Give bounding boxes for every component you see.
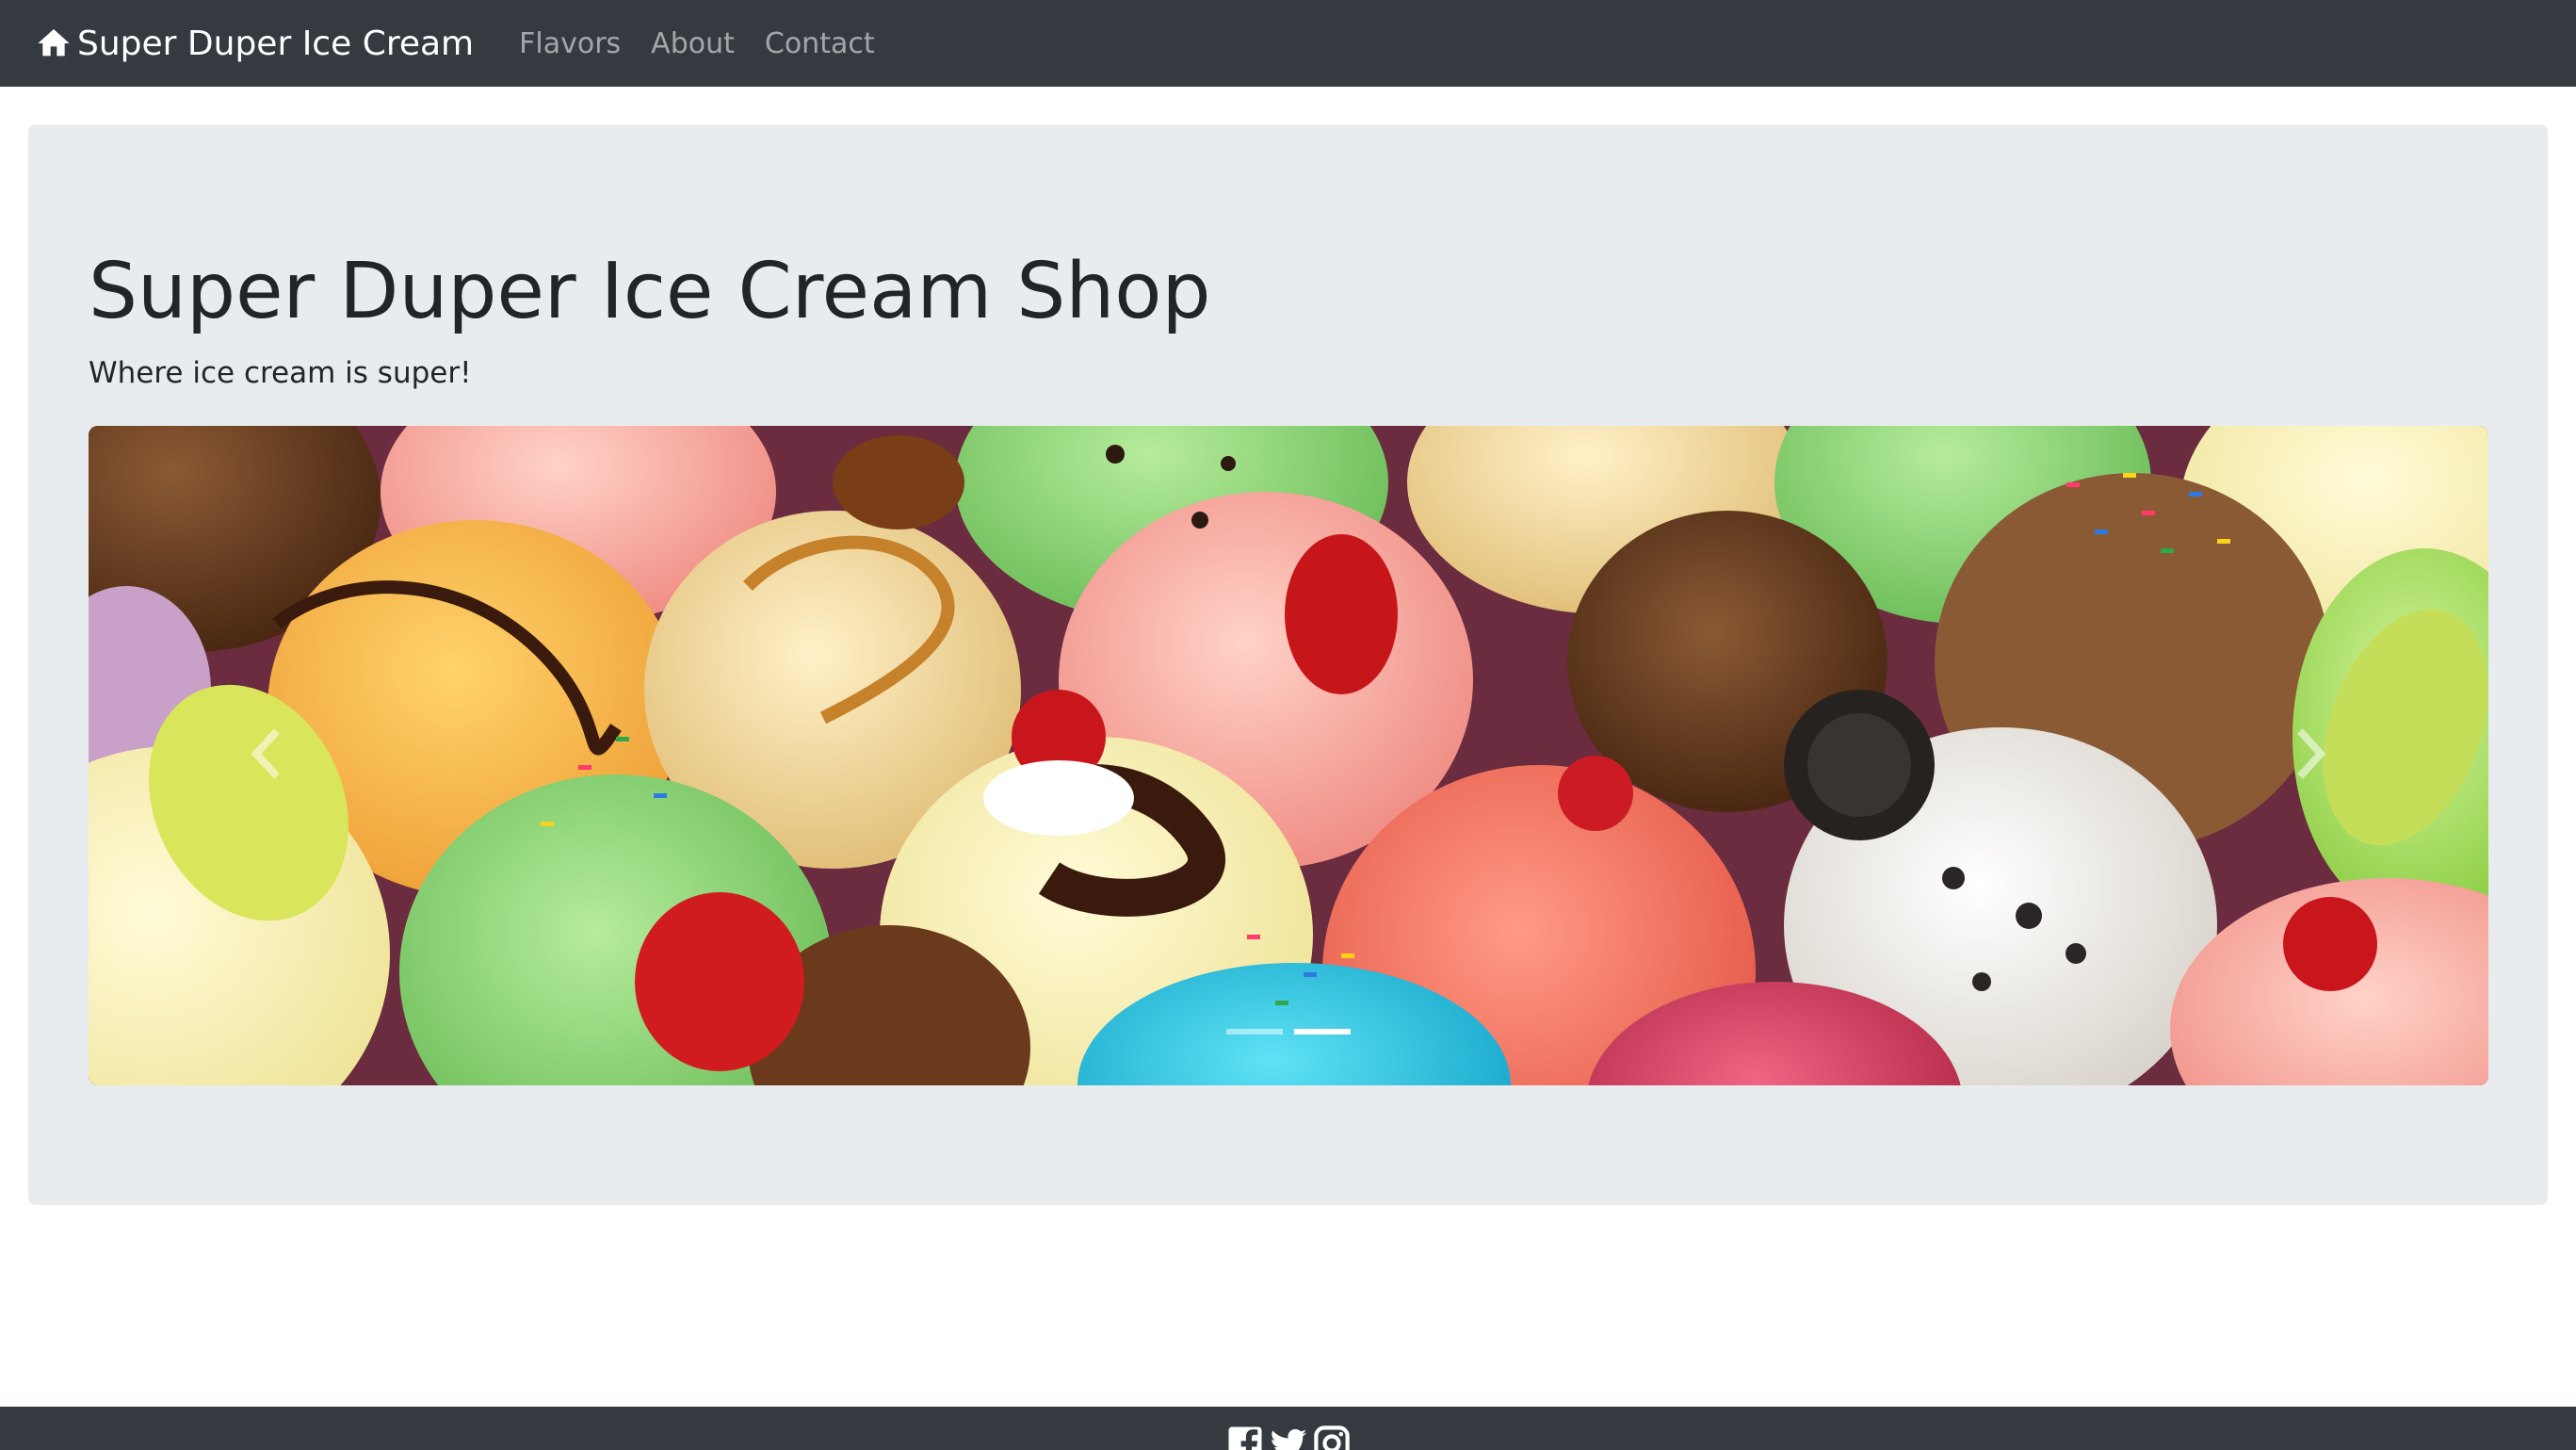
home-icon (34, 24, 73, 63)
page-title: Super Duper Ice Cream Shop (89, 247, 1211, 336)
social-icons (1225, 1424, 1352, 1450)
carousel-slide-image (89, 426, 2488, 1085)
carousel-indicators (1226, 1029, 1351, 1035)
nav-link-contact[interactable]: Contact (765, 27, 875, 60)
chevron-right-icon (2291, 725, 2328, 786)
carousel-indicator-2[interactable] (1294, 1029, 1351, 1035)
navbar: Super Duper Ice Cream Flavors About Cont… (0, 0, 2576, 87)
footer (0, 1407, 2576, 1450)
instagram-icon[interactable] (1312, 1424, 1352, 1450)
carousel-next-button[interactable] (2267, 709, 2352, 803)
nav-link-about[interactable]: About (651, 27, 735, 60)
carousel-prev-button[interactable] (225, 709, 310, 803)
twitter-icon[interactable] (1269, 1424, 1308, 1450)
jumbotron: Super Duper Ice Cream Shop Where ice cre… (28, 124, 2548, 1205)
chevron-left-icon (249, 725, 286, 786)
nav-links: Flavors About Contact (519, 27, 904, 60)
brand-name: Super Duper Ice Cream (77, 24, 475, 63)
tagline: Where ice cream is super! (89, 356, 472, 390)
image-carousel[interactable] (89, 426, 2488, 1085)
facebook-icon[interactable] (1225, 1424, 1265, 1450)
carousel-indicator-1[interactable] (1226, 1029, 1283, 1035)
nav-link-flavors[interactable]: Flavors (519, 27, 621, 60)
brand-link[interactable]: Super Duper Ice Cream (34, 24, 474, 63)
